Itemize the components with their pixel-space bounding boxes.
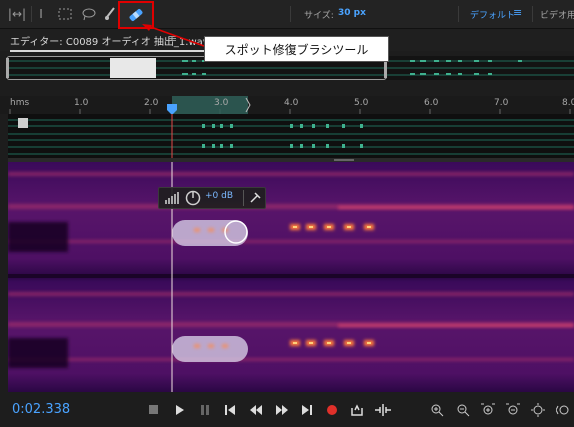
transport-bar: 0:02.338 (0, 394, 574, 427)
pause-button[interactable] (195, 400, 215, 420)
brush-size-value[interactable]: 30 px (338, 8, 366, 18)
ruler-unit-label: hms (10, 98, 30, 108)
fast-forward-icon (276, 405, 288, 415)
ruler-tick-label: 5.0 (354, 98, 369, 108)
stop-button[interactable] (144, 400, 164, 420)
hud-gain-control: +0 dB (158, 187, 266, 209)
skip-icon (375, 404, 391, 416)
tool-callout-label: スポット修復ブラシツール (204, 36, 389, 62)
ruler-tick-label: 1.0 (74, 98, 89, 108)
play-icon (176, 405, 184, 415)
waveform-scale-icon[interactable] (18, 118, 28, 128)
zoom-out-full-button[interactable] (528, 400, 548, 420)
go-to-start-button[interactable] (220, 400, 240, 420)
record-icon (327, 405, 337, 415)
level-meter-icon (165, 192, 179, 204)
zoom-full-icon (531, 403, 545, 417)
zoom-out-time-button[interactable] (503, 400, 523, 420)
skip-back-icon (225, 405, 235, 415)
ruler-tick-label: 7.0 (494, 98, 509, 108)
pause-icon (201, 405, 209, 415)
gain-value[interactable]: +0 dB (205, 191, 233, 201)
ruler-tick-label: 6.0 (424, 98, 439, 108)
stop-icon (149, 405, 158, 414)
ruler-tick-label: 4.0 (284, 98, 299, 108)
zoom-in-amplitude-button[interactable] (427, 400, 447, 420)
brush-selection-icon[interactable] (103, 4, 117, 24)
pin-icon[interactable] (249, 192, 261, 204)
zoom-in-time-button[interactable] (478, 400, 498, 420)
brush-size-label: サイズ: (304, 11, 334, 21)
toolbar: |↔| I サイズ: 30 px デフォルト ≡ ビデオ用 (0, 0, 574, 29)
ruler-tick-label: 3.0 (214, 98, 229, 108)
marquee-selection-icon[interactable] (56, 4, 74, 24)
lasso-selection-icon[interactable] (80, 4, 98, 24)
zoom-selection-icon (556, 405, 569, 415)
zoom-selection-button[interactable] (553, 400, 573, 420)
skip-forward-icon (302, 405, 312, 415)
play-button[interactable] (170, 400, 190, 420)
ruler-tick-label: 2.0 (144, 98, 159, 108)
current-time-display[interactable]: 0:02.338 (12, 402, 70, 417)
loop-button[interactable] (347, 400, 367, 420)
callout-arrow (142, 24, 205, 47)
go-to-end-button[interactable] (297, 400, 317, 420)
gain-knob-icon[interactable] (185, 190, 201, 206)
ruler-tick-label: 8.0 (562, 98, 574, 108)
hamburger-icon[interactable]: ≡ (513, 6, 522, 19)
zoom-in-icon (431, 404, 444, 417)
workspace-default-tab[interactable]: デフォルト (470, 8, 515, 21)
time-selection-icon[interactable]: |↔| (6, 4, 28, 24)
spot-healing-brush-icon (129, 9, 143, 21)
workspace-video-tab[interactable]: ビデオ用 (540, 8, 574, 21)
skip-selection-button[interactable] (373, 400, 393, 420)
zoom-out-time-icon (506, 403, 520, 415)
spectral-frequency-display[interactable] (8, 162, 574, 392)
record-button[interactable] (322, 400, 342, 420)
waveform-view[interactable] (8, 114, 574, 158)
fast-forward-button[interactable] (272, 400, 292, 420)
zoom-out-icon (457, 404, 470, 417)
time-ruler[interactable]: hms 1.0 2.0 3.0 4.0 5.0 6.0 7.0 8.0 (0, 96, 574, 114)
text-cursor-icon[interactable]: I (34, 4, 48, 24)
rewind-icon (250, 405, 262, 415)
loop-icon (351, 404, 363, 416)
zoom-in-time-icon (481, 403, 495, 415)
rewind-button[interactable] (246, 400, 266, 420)
zoom-out-amplitude-button[interactable] (453, 400, 473, 420)
